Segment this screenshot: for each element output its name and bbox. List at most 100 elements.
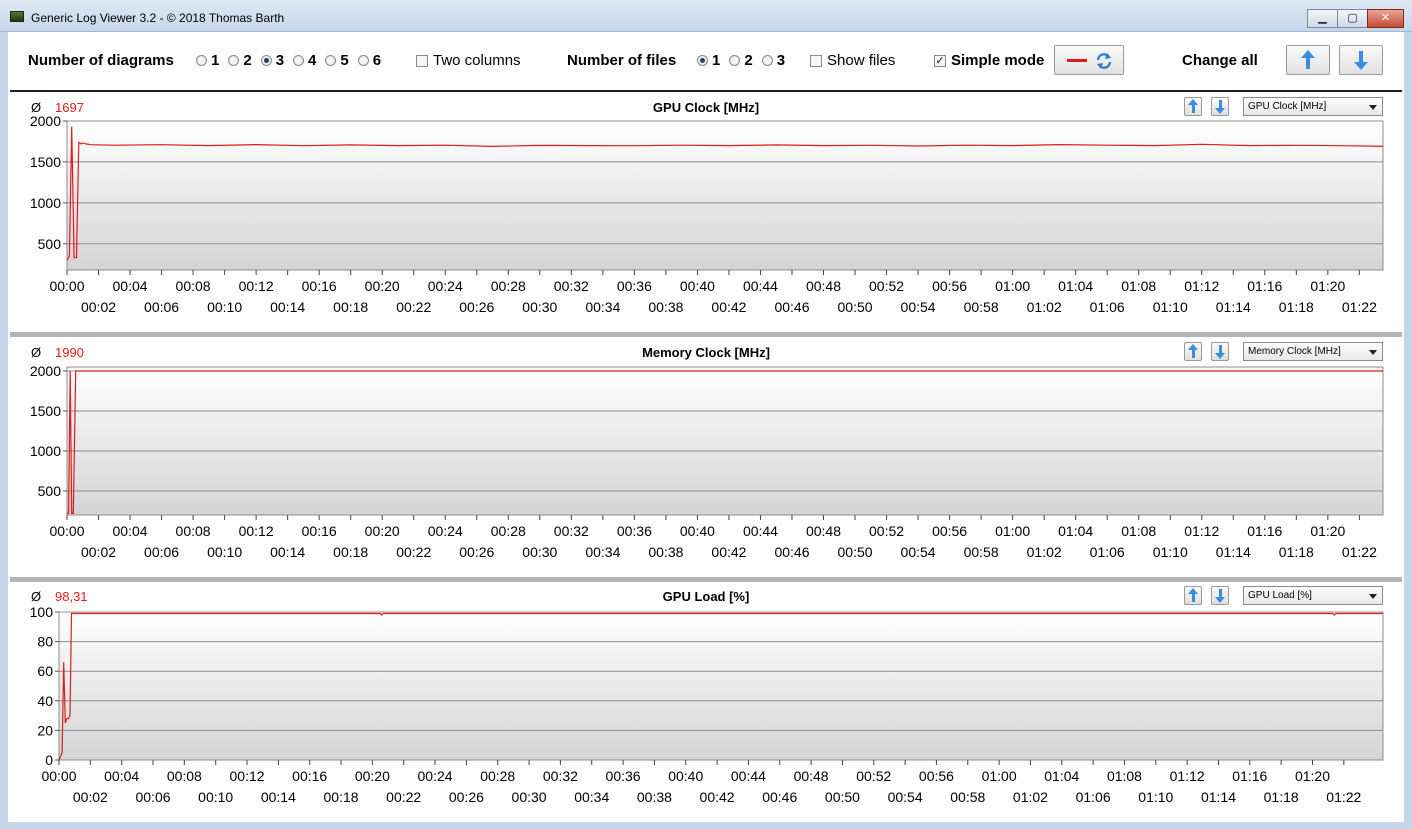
checkbox-checked-icon[interactable]: ✓ [934, 54, 946, 67]
x-tick-label: 00:58 [950, 789, 985, 805]
window-border-bottom [0, 822, 1412, 829]
change-all-label: Change all [1182, 52, 1258, 69]
x-tick-label: 00:50 [838, 544, 873, 560]
window-controls: ▁ ▢ ✕ [1307, 9, 1404, 28]
diagram-option-6[interactable]: 6 [357, 52, 381, 69]
x-tick-label: 00:22 [396, 299, 431, 315]
y-tick-label: 60 [37, 663, 53, 679]
x-tick-label: 00:42 [700, 789, 735, 805]
x-tick-label: 00:04 [104, 768, 139, 784]
x-tick-label: 00:06 [144, 544, 179, 560]
x-tick-label: 01:18 [1264, 789, 1299, 805]
file-option-3[interactable]: 3 [761, 52, 785, 69]
move-down-all-button[interactable] [1339, 45, 1383, 75]
number-of-files-label: Number of files [567, 52, 677, 69]
x-tick-label: 00:12 [239, 278, 274, 294]
diagram-option-3[interactable]: 3 [260, 52, 284, 69]
diagram-panel-gpu-clock: Ø 1697 GPU Clock [MHz] GPU Clock [MHz] 5… [10, 92, 1402, 332]
y-tick-label: 500 [38, 236, 62, 252]
radio-icon[interactable] [357, 55, 369, 66]
x-tick-label: 00:32 [543, 768, 578, 784]
red-line-icon [1067, 59, 1087, 62]
x-tick-label: 01:06 [1076, 789, 1111, 805]
y-tick-label: 2000 [30, 113, 61, 129]
x-tick-label: 00:48 [806, 523, 841, 539]
minimize-button[interactable]: ▁ [1307, 9, 1337, 28]
x-tick-label: 00:26 [459, 299, 494, 315]
x-tick-label: 00:56 [932, 523, 967, 539]
x-tick-label: 00:30 [522, 299, 557, 315]
x-tick-label: 00:38 [637, 789, 672, 805]
y-tick-label: 80 [37, 634, 53, 650]
x-tick-label: 00:42 [711, 299, 746, 315]
y-tick-label: 1000 [30, 443, 61, 459]
x-tick-label: 00:16 [302, 523, 337, 539]
y-tick-label: 100 [30, 604, 54, 620]
maximize-button[interactable]: ▢ [1337, 9, 1367, 28]
diagram-option-2[interactable]: 2 [228, 52, 252, 69]
x-tick-label: 00:26 [449, 789, 484, 805]
x-tick-label: 00:14 [270, 544, 305, 560]
x-tick-label: 00:40 [668, 768, 703, 784]
x-tick-label: 00:36 [617, 278, 652, 294]
x-tick-label: 00:44 [743, 523, 778, 539]
checkbox-icon[interactable] [810, 54, 822, 67]
x-tick-label: 00:32 [554, 523, 589, 539]
move-up-all-button[interactable] [1286, 45, 1330, 75]
x-tick-label: 00:54 [901, 299, 936, 315]
x-tick-label: 00:20 [365, 278, 400, 294]
two-columns-checkbox[interactable]: Two columns [416, 52, 521, 69]
show-files-checkbox[interactable]: Show files [810, 52, 895, 69]
radio-checked-icon[interactable] [697, 55, 708, 66]
radio-checked-icon[interactable] [260, 55, 272, 66]
arrow-down-icon [1354, 51, 1368, 70]
x-tick-label: 01:12 [1170, 768, 1205, 784]
x-tick-label: 00:02 [81, 544, 116, 560]
simple-mode-checkbox[interactable]: ✓ Simple mode [934, 52, 1044, 69]
x-tick-label: 01:08 [1107, 768, 1142, 784]
x-tick-label: 00:34 [574, 789, 609, 805]
x-tick-label: 00:14 [270, 299, 305, 315]
diagram-option-5[interactable]: 5 [325, 52, 349, 69]
x-tick-label: 00:28 [491, 523, 526, 539]
x-tick-label: 00:24 [418, 768, 453, 784]
x-tick-label: 01:18 [1279, 299, 1314, 315]
window-title: Generic Log Viewer 3.2 - © 2018 Thomas B… [31, 11, 285, 25]
radio-icon[interactable] [293, 55, 305, 66]
x-tick-label: 01:16 [1232, 768, 1267, 784]
x-tick-label: 00:16 [292, 768, 327, 784]
x-tick-label: 00:02 [81, 299, 116, 315]
x-tick-label: 00:06 [135, 789, 170, 805]
file-option-1[interactable]: 1 [697, 52, 720, 69]
close-button[interactable]: ✕ [1367, 9, 1404, 28]
radio-icon[interactable] [729, 55, 741, 66]
radio-icon[interactable] [228, 55, 240, 66]
x-tick-label: 00:08 [176, 278, 211, 294]
diagram-option-4[interactable]: 4 [293, 52, 316, 69]
x-tick-label: 00:34 [585, 544, 620, 560]
x-tick-label: 00:30 [522, 544, 557, 560]
x-tick-label: 00:54 [888, 789, 923, 805]
x-tick-label: 00:08 [167, 768, 202, 784]
x-tick-label: 01:12 [1184, 278, 1219, 294]
file-option-2[interactable]: 2 [729, 52, 753, 69]
x-tick-label: 00:02 [73, 789, 108, 805]
x-tick-label: 01:00 [995, 523, 1030, 539]
x-tick-label: 01:22 [1342, 544, 1377, 560]
x-tick-label: 00:20 [365, 523, 400, 539]
radio-icon[interactable] [196, 55, 207, 66]
x-tick-label: 01:18 [1279, 544, 1314, 560]
line-style-button[interactable] [1054, 45, 1124, 75]
x-tick-label: 00:00 [49, 523, 84, 539]
window-border-left [0, 32, 8, 822]
x-tick-label: 01:14 [1201, 789, 1236, 805]
x-tick-label: 01:12 [1184, 523, 1219, 539]
radio-icon[interactable] [761, 55, 773, 66]
diagram-option-1[interactable]: 1 [196, 52, 219, 69]
x-tick-label: 00:22 [386, 789, 421, 805]
plot-area [66, 120, 1384, 271]
window-border-right [1404, 32, 1412, 822]
radio-icon[interactable] [325, 55, 337, 66]
checkbox-icon[interactable] [416, 54, 428, 67]
x-tick-label: 00:36 [606, 768, 641, 784]
